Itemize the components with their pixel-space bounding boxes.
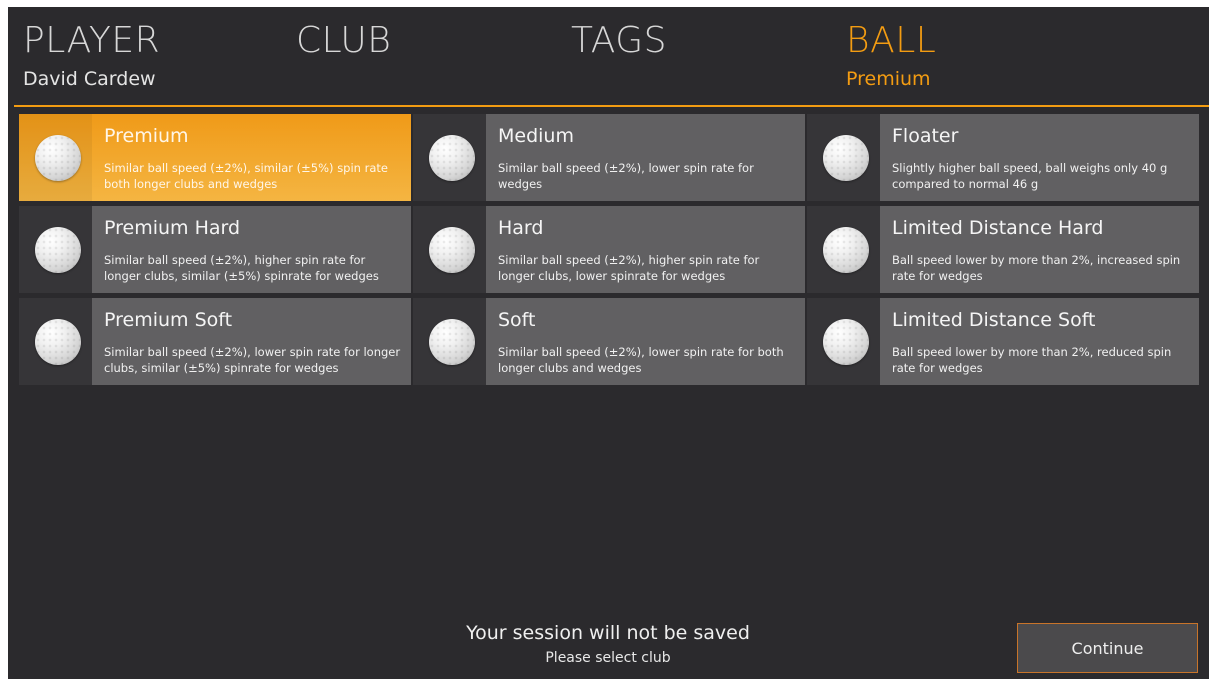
tab-club[interactable]: CLUB	[296, 19, 391, 67]
tab-tags[interactable]: TAGS	[571, 19, 667, 67]
golf-ball-icon	[429, 319, 475, 365]
ball-icon-cell	[19, 114, 92, 201]
ball-card-premium-soft[interactable]: Premium Soft Similar ball speed (±2%), l…	[19, 298, 411, 385]
tab-player-title: PLAYER	[23, 20, 161, 61]
ball-description: Similar ball speed (±2%), similar (±5%) …	[104, 161, 388, 191]
ball-icon-cell	[19, 206, 92, 293]
ball-card-hard[interactable]: Hard Similar ball speed (±2%), higher sp…	[413, 206, 805, 293]
ball-icon-cell	[413, 114, 486, 201]
ball-name: Limited Distance Soft	[892, 309, 1096, 331]
ball-name: Medium	[498, 125, 574, 147]
tab-player-subtitle: David Cardew	[23, 68, 156, 90]
ball-card-premium[interactable]: Premium Similar ball speed (±2%), simila…	[19, 114, 411, 201]
golf-ball-icon	[429, 135, 475, 181]
ball-name: Premium Soft	[104, 309, 233, 331]
golf-ball-icon	[823, 319, 869, 365]
session-warning: Your session will not be saved	[466, 622, 750, 644]
golf-ball-icon	[35, 319, 81, 365]
ball-icon-cell	[807, 114, 880, 201]
ball-description: Ball speed lower by more than 2%, increa…	[892, 253, 1181, 283]
ball-description: Similar ball speed (±2%), lower spin rat…	[498, 345, 784, 375]
ball-description: Similar ball speed (±2%), higher spin ra…	[498, 253, 760, 283]
app-window: PLAYER David Cardew CLUB TAGS BALL Premi…	[8, 7, 1209, 679]
tab-ball-subtitle: Premium	[846, 68, 931, 90]
golf-ball-icon	[823, 227, 869, 273]
ball-description: Similar ball speed (±2%), lower spin rat…	[498, 161, 754, 191]
ball-name: Premium	[104, 125, 189, 147]
golf-ball-icon	[823, 135, 869, 181]
ball-icon-cell	[413, 206, 486, 293]
select-club-hint: Please select club	[545, 650, 671, 666]
session-message: Your session will not be saved Please se…	[358, 621, 858, 667]
ball-card-soft[interactable]: Soft Similar ball speed (±2%), lower spi…	[413, 298, 805, 385]
ball-description: Similar ball speed (±2%), higher spin ra…	[104, 253, 379, 283]
ball-card-floater[interactable]: Floater Slightly higher ball speed, ball…	[807, 114, 1199, 201]
ball-card-premium-hard[interactable]: Premium Hard Similar ball speed (±2%), h…	[19, 206, 411, 293]
ball-card-limited-distance-hard[interactable]: Limited Distance Hard Ball speed lower b…	[807, 206, 1199, 293]
golf-ball-icon	[35, 135, 81, 181]
ball-name: Soft	[498, 309, 536, 331]
ball-name: Limited Distance Hard	[892, 217, 1104, 239]
tab-ball-title: BALL	[846, 20, 937, 61]
ball-name: Floater	[892, 125, 959, 147]
ball-icon-cell	[413, 298, 486, 385]
golf-ball-icon	[35, 227, 81, 273]
ball-card-limited-distance-soft[interactable]: Limited Distance Soft Ball speed lower b…	[807, 298, 1199, 385]
golf-ball-icon	[429, 227, 475, 273]
ball-icon-cell	[807, 206, 880, 293]
ball-icon-cell	[807, 298, 880, 385]
tab-ball[interactable]: BALL Premium	[846, 19, 936, 91]
header-divider	[14, 105, 1209, 107]
tab-player[interactable]: PLAYER David Cardew	[23, 19, 160, 91]
continue-button[interactable]: Continue	[1017, 623, 1198, 673]
ball-description: Ball speed lower by more than 2%, reduce…	[892, 345, 1172, 375]
ball-name: Hard	[498, 217, 544, 239]
ball-icon-cell	[19, 298, 92, 385]
tab-club-title: CLUB	[296, 20, 392, 61]
ball-description: Slightly higher ball speed, ball weighs …	[892, 161, 1168, 191]
ball-description: Similar ball speed (±2%), lower spin rat…	[104, 345, 401, 375]
tab-tags-title: TAGS	[571, 20, 667, 61]
ball-card-medium[interactable]: Medium Similar ball speed (±2%), lower s…	[413, 114, 805, 201]
ball-name: Premium Hard	[104, 217, 241, 239]
